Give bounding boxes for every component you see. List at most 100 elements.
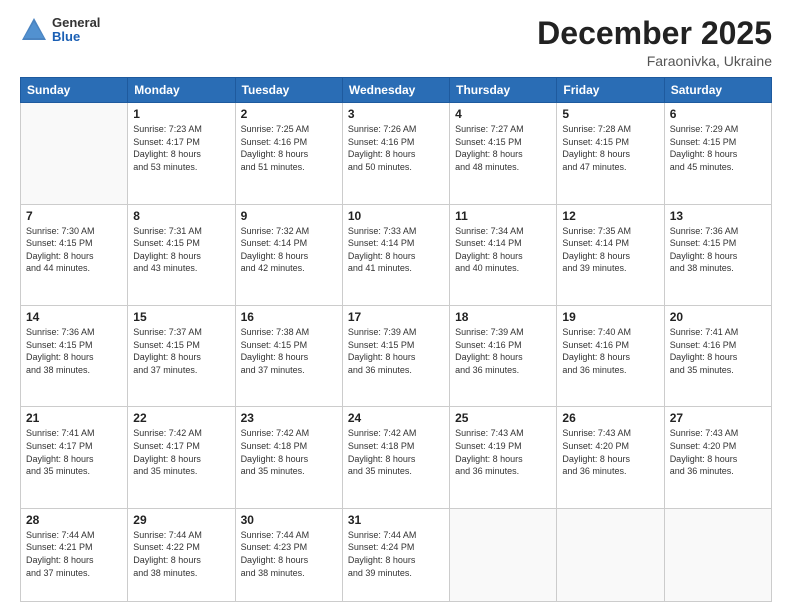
- day-info: Sunrise: 7:34 AMSunset: 4:14 PMDaylight:…: [455, 225, 551, 275]
- day-info: Sunrise: 7:37 AMSunset: 4:15 PMDaylight:…: [133, 326, 229, 376]
- header-sunday: Sunday: [21, 78, 128, 103]
- calendar-cell: 26Sunrise: 7:43 AMSunset: 4:20 PMDayligh…: [557, 407, 664, 508]
- day-info: Sunrise: 7:31 AMSunset: 4:15 PMDaylight:…: [133, 225, 229, 275]
- calendar-cell: 8 Sunrise: 7:31 AMSunset: 4:15 PMDaylight…: [128, 204, 235, 305]
- calendar-cell: 16 Sunrise: 7:38 AMSunset: 4:15 PMDayligh…: [235, 305, 342, 406]
- header-wednesday: Wednesday: [342, 78, 449, 103]
- calendar-cell: 29Sunrise: 7:44 AMSunset: 4:22 PMDayligh…: [128, 508, 235, 601]
- calendar-cell: 21 Sunrise: 7:41 AMSunset: 4:17 PMDayligh…: [21, 407, 128, 508]
- calendar-cell: 27Sunrise: 7:43 AMSunset: 4:20 PMDayligh…: [664, 407, 771, 508]
- day-info: Sunrise: 7:35 AMSunset: 4:14 PMDaylight:…: [562, 225, 658, 275]
- calendar-cell: 19 Sunrise: 7:40 AMSunset: 4:16 PMDayligh…: [557, 305, 664, 406]
- calendar-cell: 6 Sunrise: 7:29 AMSunset: 4:15 PMDaylight…: [664, 103, 771, 204]
- day-number: 1: [133, 107, 229, 121]
- calendar-week-1: 7 Sunrise: 7:30 AMSunset: 4:15 PMDaylight…: [21, 204, 772, 305]
- day-number: 16: [241, 310, 337, 324]
- calendar-cell: 14 Sunrise: 7:36 AMSunset: 4:15 PMDayligh…: [21, 305, 128, 406]
- calendar-cell: [664, 508, 771, 601]
- title-block: December 2025 Faraonivka, Ukraine: [537, 16, 772, 69]
- header: General Blue December 2025 Faraonivka, U…: [20, 16, 772, 69]
- header-monday: Monday: [128, 78, 235, 103]
- calendar-cell: 4 Sunrise: 7:27 AMSunset: 4:15 PMDaylight…: [450, 103, 557, 204]
- day-number: 19: [562, 310, 658, 324]
- header-friday: Friday: [557, 78, 664, 103]
- calendar-cell: 13 Sunrise: 7:36 AMSunset: 4:15 PMDayligh…: [664, 204, 771, 305]
- calendar-week-2: 14 Sunrise: 7:36 AMSunset: 4:15 PMDayligh…: [21, 305, 772, 406]
- calendar-cell: [557, 508, 664, 601]
- header-saturday: Saturday: [664, 78, 771, 103]
- calendar-week-0: 1 Sunrise: 7:23 AMSunset: 4:17 PMDaylight…: [21, 103, 772, 204]
- calendar-cell: [21, 103, 128, 204]
- calendar-cell: 3Sunrise: 7:26 AMSunset: 4:16 PMDaylight…: [342, 103, 449, 204]
- calendar-cell: 10Sunrise: 7:33 AMSunset: 4:14 PMDayligh…: [342, 204, 449, 305]
- calendar-cell: 28 Sunrise: 7:44 AMSunset: 4:21 PMDayligh…: [21, 508, 128, 601]
- day-number: 6: [670, 107, 766, 121]
- day-info: Sunrise: 7:38 AMSunset: 4:15 PMDaylight:…: [241, 326, 337, 376]
- calendar-cell: 25Sunrise: 7:43 AMSunset: 4:19 PMDayligh…: [450, 407, 557, 508]
- day-info: Sunrise: 7:27 AMSunset: 4:15 PMDaylight:…: [455, 123, 551, 173]
- calendar-table: SundayMondayTuesdayWednesdayThursdayFrid…: [20, 77, 772, 602]
- day-info: Sunrise: 7:40 AMSunset: 4:16 PMDaylight:…: [562, 326, 658, 376]
- day-info: Sunrise: 7:30 AMSunset: 4:15 PMDaylight:…: [26, 225, 122, 275]
- day-info: Sunrise: 7:32 AMSunset: 4:14 PMDaylight:…: [241, 225, 337, 275]
- calendar-cell: 2Sunrise: 7:25 AMSunset: 4:16 PMDaylight…: [235, 103, 342, 204]
- day-number: 18: [455, 310, 551, 324]
- logo: General Blue: [20, 16, 100, 45]
- day-number: 23: [241, 411, 337, 425]
- day-number: 8: [133, 209, 229, 223]
- day-number: 4: [455, 107, 551, 121]
- day-number: 17: [348, 310, 444, 324]
- day-number: 7: [26, 209, 122, 223]
- calendar-cell: 11Sunrise: 7:34 AMSunset: 4:14 PMDayligh…: [450, 204, 557, 305]
- day-number: 30: [241, 513, 337, 527]
- day-info: Sunrise: 7:36 AMSunset: 4:15 PMDaylight:…: [26, 326, 122, 376]
- day-number: 5: [562, 107, 658, 121]
- calendar-cell: 7 Sunrise: 7:30 AMSunset: 4:15 PMDaylight…: [21, 204, 128, 305]
- calendar-cell: 15 Sunrise: 7:37 AMSunset: 4:15 PMDayligh…: [128, 305, 235, 406]
- day-info: Sunrise: 7:42 AMSunset: 4:18 PMDaylight:…: [241, 427, 337, 477]
- day-number: 26: [562, 411, 658, 425]
- calendar-cell: 31Sunrise: 7:44 AMSunset: 4:24 PMDayligh…: [342, 508, 449, 601]
- day-number: 14: [26, 310, 122, 324]
- logo-icon: [20, 16, 48, 44]
- calendar-cell: 24Sunrise: 7:42 AMSunset: 4:18 PMDayligh…: [342, 407, 449, 508]
- calendar-cell: [450, 508, 557, 601]
- day-info: Sunrise: 7:23 AMSunset: 4:17 PMDaylight:…: [133, 123, 229, 173]
- calendar-cell: 20Sunrise: 7:41 AMSunset: 4:16 PMDayligh…: [664, 305, 771, 406]
- calendar-cell: 22 Sunrise: 7:42 AMSunset: 4:17 PMDayligh…: [128, 407, 235, 508]
- day-number: 28: [26, 513, 122, 527]
- day-info: Sunrise: 7:25 AMSunset: 4:16 PMDaylight:…: [241, 123, 337, 173]
- calendar-cell: 5 Sunrise: 7:28 AMSunset: 4:15 PMDaylight…: [557, 103, 664, 204]
- day-info: Sunrise: 7:44 AMSunset: 4:21 PMDaylight:…: [26, 529, 122, 579]
- day-info: Sunrise: 7:28 AMSunset: 4:15 PMDaylight:…: [562, 123, 658, 173]
- day-info: Sunrise: 7:39 AMSunset: 4:16 PMDaylight:…: [455, 326, 551, 376]
- day-number: 3: [348, 107, 444, 121]
- day-info: Sunrise: 7:29 AMSunset: 4:15 PMDaylight:…: [670, 123, 766, 173]
- day-info: Sunrise: 7:42 AMSunset: 4:18 PMDaylight:…: [348, 427, 444, 477]
- day-info: Sunrise: 7:42 AMSunset: 4:17 PMDaylight:…: [133, 427, 229, 477]
- calendar-header-row: SundayMondayTuesdayWednesdayThursdayFrid…: [21, 78, 772, 103]
- logo-text: General Blue: [52, 16, 100, 45]
- calendar-cell: 23 Sunrise: 7:42 AMSunset: 4:18 PMDayligh…: [235, 407, 342, 508]
- day-number: 12: [562, 209, 658, 223]
- day-number: 15: [133, 310, 229, 324]
- day-number: 22: [133, 411, 229, 425]
- day-info: Sunrise: 7:41 AMSunset: 4:16 PMDaylight:…: [670, 326, 766, 376]
- day-number: 29: [133, 513, 229, 527]
- day-info: Sunrise: 7:36 AMSunset: 4:15 PMDaylight:…: [670, 225, 766, 275]
- logo-blue: Blue: [52, 30, 100, 44]
- day-info: Sunrise: 7:41 AMSunset: 4:17 PMDaylight:…: [26, 427, 122, 477]
- calendar-cell: 12 Sunrise: 7:35 AMSunset: 4:14 PMDayligh…: [557, 204, 664, 305]
- day-number: 21: [26, 411, 122, 425]
- day-info: Sunrise: 7:44 AMSunset: 4:23 PMDaylight:…: [241, 529, 337, 579]
- calendar-week-4: 28 Sunrise: 7:44 AMSunset: 4:21 PMDayligh…: [21, 508, 772, 601]
- day-info: Sunrise: 7:39 AMSunset: 4:15 PMDaylight:…: [348, 326, 444, 376]
- day-number: 13: [670, 209, 766, 223]
- calendar-week-3: 21 Sunrise: 7:41 AMSunset: 4:17 PMDayligh…: [21, 407, 772, 508]
- header-thursday: Thursday: [450, 78, 557, 103]
- calendar-cell: 9Sunrise: 7:32 AMSunset: 4:14 PMDaylight…: [235, 204, 342, 305]
- day-number: 10: [348, 209, 444, 223]
- day-number: 25: [455, 411, 551, 425]
- location-subtitle: Faraonivka, Ukraine: [537, 53, 772, 69]
- calendar-cell: 17 Sunrise: 7:39 AMSunset: 4:15 PMDayligh…: [342, 305, 449, 406]
